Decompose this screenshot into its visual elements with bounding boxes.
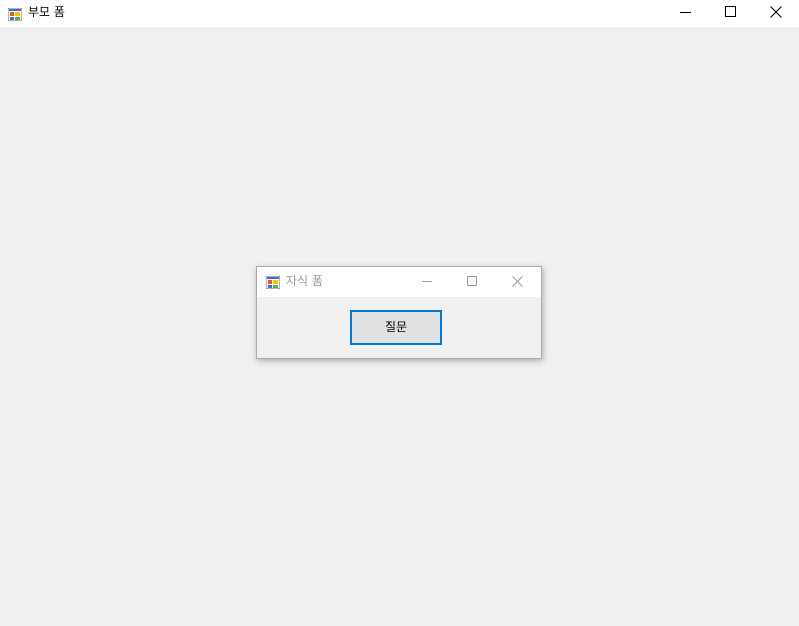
maximize-icon: [725, 6, 736, 17]
parent-form-window: 부모 폼 자식 폼 질문: [0, 0, 799, 626]
app-icon: [265, 274, 281, 290]
minimize-button[interactable]: [663, 0, 708, 26]
maximize-button[interactable]: [708, 0, 753, 26]
parent-window-title: 부모 폼: [28, 5, 65, 19]
child-window-title: 자식 폼: [286, 274, 323, 288]
close-button[interactable]: [753, 0, 798, 26]
parent-title-bar[interactable]: 부모 폼: [0, 0, 799, 27]
child-close-button[interactable]: [494, 269, 539, 295]
minimize-icon: [422, 281, 432, 282]
maximize-icon: [467, 276, 477, 286]
close-icon: [770, 6, 782, 18]
app-icon: [7, 6, 23, 22]
minimize-icon: [680, 12, 691, 13]
child-form-window: 자식 폼 질문: [256, 266, 542, 359]
child-maximize-button[interactable]: [449, 269, 494, 295]
close-icon: [512, 276, 523, 287]
question-button[interactable]: 질문: [350, 310, 442, 345]
child-title-bar[interactable]: 자식 폼: [257, 267, 541, 297]
child-minimize-button[interactable]: [404, 269, 449, 295]
